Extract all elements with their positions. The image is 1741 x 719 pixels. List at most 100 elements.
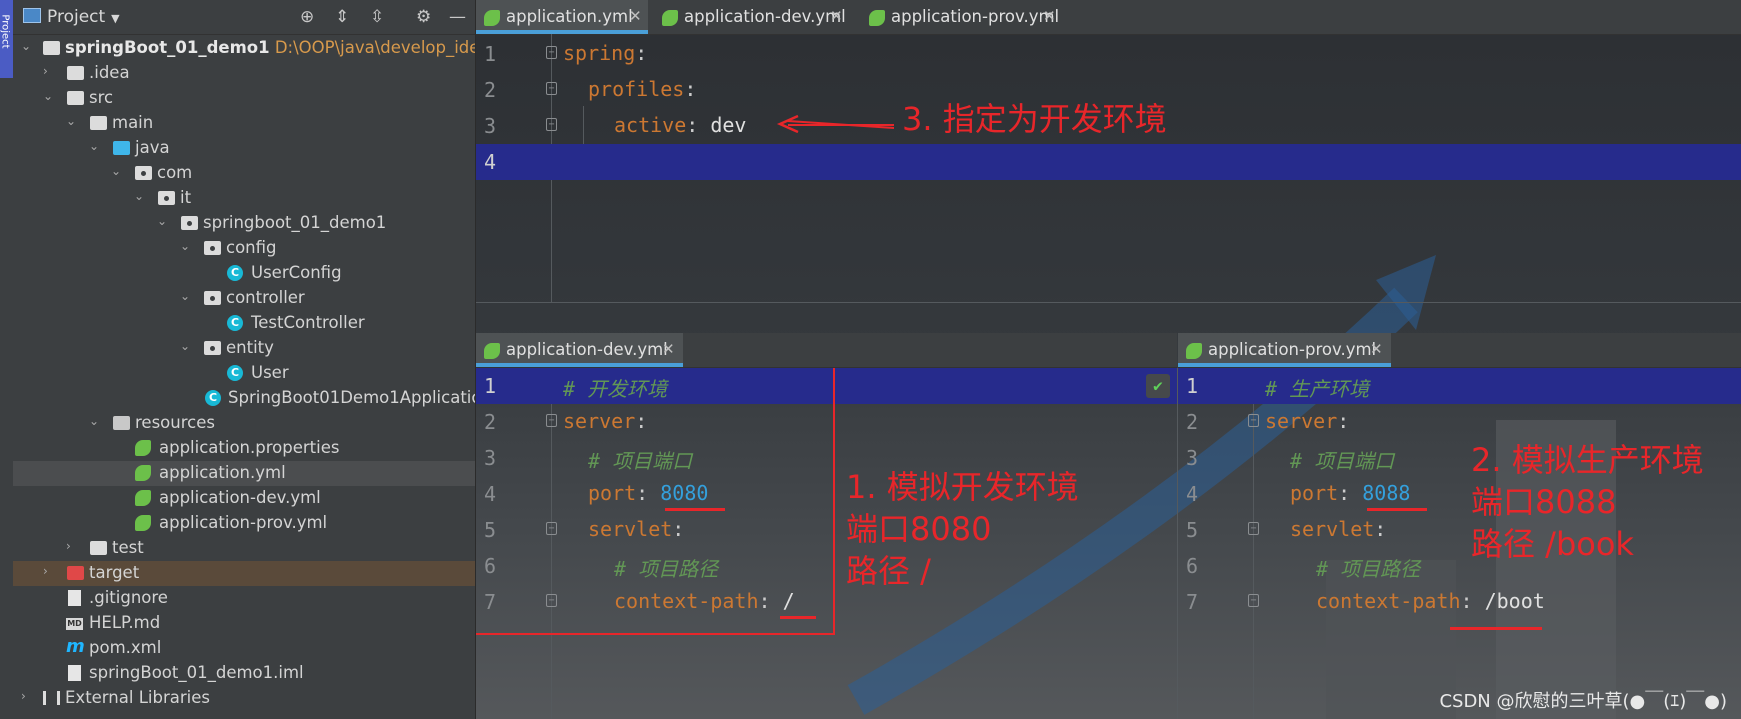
tree-item-main[interactable]: ⌄ main xyxy=(13,111,475,136)
close-icon[interactable]: ✕ xyxy=(1370,340,1383,358)
chevron-down-icon[interactable]: ⌄ xyxy=(111,164,121,178)
fold-icon[interactable]: − xyxy=(546,118,557,131)
tree-item-application-dev-yml[interactable]: application-dev.yml xyxy=(13,486,475,511)
project-tool-tab[interactable]: Project xyxy=(0,0,13,78)
chevron-down-icon[interactable]: ⌄ xyxy=(43,89,53,103)
tree-item-gitignore[interactable]: .gitignore xyxy=(13,586,475,611)
tree-item-user[interactable]: C User xyxy=(13,361,475,386)
chevron-down-icon[interactable]: ⌄ xyxy=(21,39,31,53)
gear-icon[interactable]: ⚙ xyxy=(416,7,431,27)
chevron-down-icon[interactable]: ⌄ xyxy=(134,189,144,203)
tab-application-yml[interactable]: application.yml ✕ xyxy=(476,0,648,34)
chevron-down-icon[interactable]: ⌄ xyxy=(180,339,190,353)
folder-icon xyxy=(90,116,107,130)
chevron-down-icon[interactable]: ⌄ xyxy=(180,289,190,303)
annotation-dev: 1. 模拟开发环境 端口8080 路径 / xyxy=(846,466,1079,592)
line-number: 3 xyxy=(1186,446,1199,470)
fold-icon[interactable]: − xyxy=(1248,414,1259,427)
tree-item-resources[interactable]: ⌄ resources xyxy=(13,411,475,436)
yaml-separator: : xyxy=(686,113,711,137)
code-line-current: 4 xyxy=(476,144,1741,180)
tree-item-pom-xml[interactable]: m pom.xml xyxy=(13,636,475,661)
yaml-value: 8088 xyxy=(1362,481,1411,505)
tab-label: application-dev.yml xyxy=(506,340,668,359)
tab-application-dev-yml-split[interactable]: application-dev.yml ✕ xyxy=(476,333,683,367)
chevron-right-icon[interactable]: › xyxy=(66,539,71,553)
expand-all-icon[interactable]: ⇕ xyxy=(335,7,349,27)
tree-item-application-properties[interactable]: application.properties xyxy=(13,436,475,461)
folder-icon xyxy=(90,541,107,555)
project-icon xyxy=(23,8,41,23)
tree-item-label: controller xyxy=(226,288,305,307)
editor-application-dev-yml[interactable]: 1 # 开发环境 ✔ 2 − server: 3 # 项目端口 4 port: … xyxy=(476,368,1178,719)
module-folder-icon xyxy=(43,41,60,55)
fold-icon[interactable]: − xyxy=(1248,522,1259,535)
tree-item-test[interactable]: › test xyxy=(13,536,475,561)
tree-item-testcontroller[interactable]: C TestController xyxy=(13,311,475,336)
spring-config-icon xyxy=(662,10,678,26)
chevron-down-icon[interactable]: ⌄ xyxy=(180,239,190,253)
annotation-arrow xyxy=(776,114,895,134)
project-panel: Project ▼ ⊕ ⇕ ⇳ ⚙ — ⌄ springBoot_01_demo1… xyxy=(13,0,475,719)
tree-item-help-md[interactable]: MD HELP.md xyxy=(13,611,475,636)
chevron-right-icon[interactable]: › xyxy=(21,689,26,703)
project-view-selector[interactable]: Project ▼ xyxy=(23,7,120,27)
tree-item-label: src xyxy=(89,88,114,107)
tree-item-external-libraries[interactable]: › External Libraries xyxy=(13,686,475,711)
tree-item-application-prov-yml[interactable]: application-prov.yml xyxy=(13,511,475,536)
check-icon[interactable]: ✔ xyxy=(1146,374,1170,398)
tab-application-prov-yml[interactable]: application-prov.yml ✕ xyxy=(861,0,1059,34)
chevron-right-icon[interactable]: › xyxy=(43,64,48,78)
close-icon[interactable]: ✕ xyxy=(629,7,642,25)
tree-item-root[interactable]: ⌄ springBoot_01_demo1 D:\OOP\java\develo… xyxy=(13,36,475,61)
annotation-line: 端口8080 xyxy=(846,510,992,548)
fold-icon[interactable]: − xyxy=(1248,594,1259,607)
tree-item-application-yml[interactable]: application.yml xyxy=(13,461,475,486)
spring-config-icon xyxy=(484,10,500,26)
yaml-comment: # 项目路径 xyxy=(1316,557,1421,581)
editor-application-prov-yml[interactable]: 1 # 生产环境 2 − server: 3 # 项目端口 4 port: 80… xyxy=(1178,368,1741,719)
tree-item-controller[interactable]: ⌄ controller xyxy=(13,286,475,311)
tree-item-target[interactable]: › target xyxy=(13,561,475,586)
collapse-all-icon[interactable]: ⇳ xyxy=(370,7,384,27)
tree-item-springboot-package[interactable]: ⌄ springboot_01_demo1 xyxy=(13,211,475,236)
tree-item-src[interactable]: ⌄ src xyxy=(13,86,475,111)
class-icon: C xyxy=(227,315,243,331)
locate-icon[interactable]: ⊕ xyxy=(300,7,314,27)
spring-config-icon xyxy=(135,465,151,481)
chevron-down-icon[interactable]: ⌄ xyxy=(89,139,99,153)
package-icon xyxy=(158,191,175,205)
tree-item-config[interactable]: ⌄ config xyxy=(13,236,475,261)
chevron-down-icon[interactable]: ⌄ xyxy=(89,414,99,428)
tab-application-prov-yml-split[interactable]: application-prov.yml ✕ xyxy=(1178,333,1391,367)
tree-item-it[interactable]: ⌄ it xyxy=(13,186,475,211)
yaml-key: profiles xyxy=(588,77,685,101)
tree-item-userconfig[interactable]: C UserConfig xyxy=(13,261,475,286)
top-tab-bar: application.yml ✕ application-dev.yml ✕ … xyxy=(476,0,1741,35)
close-icon[interactable]: ✕ xyxy=(830,7,843,25)
tree-item-com[interactable]: ⌄ com xyxy=(13,161,475,186)
tree-item-label: java xyxy=(135,138,170,157)
package-icon xyxy=(204,291,221,305)
chevron-right-icon[interactable]: › xyxy=(43,564,48,578)
tree-item-iml[interactable]: springBoot_01_demo1.iml xyxy=(13,661,475,686)
close-icon[interactable]: ✕ xyxy=(1043,7,1056,25)
fold-icon[interactable]: − xyxy=(546,82,557,95)
tree-item-java[interactable]: ⌄ java xyxy=(13,136,475,161)
editor-application-yml[interactable]: 1 − spring: 2 − profiles: 3 − active: de… xyxy=(476,34,1741,303)
tree-item-label: it xyxy=(180,188,192,207)
project-panel-header: Project ▼ ⊕ ⇕ ⇳ ⚙ — xyxy=(13,0,475,35)
tree-item-entity[interactable]: ⌄ entity xyxy=(13,336,475,361)
package-icon xyxy=(204,341,221,355)
tree-item-label: External Libraries xyxy=(65,688,210,707)
tree-item-application-class[interactable]: C SpringBoot01Demo1Application xyxy=(13,386,475,411)
tab-application-dev-yml[interactable]: application-dev.yml ✕ xyxy=(654,0,852,34)
chevron-down-icon[interactable]: ⌄ xyxy=(66,114,76,128)
fold-icon[interactable]: − xyxy=(546,46,557,59)
minimize-icon[interactable]: — xyxy=(449,7,466,27)
editor-area: application.yml ✕ application-dev.yml ✕ … xyxy=(476,0,1741,719)
tree-item-idea[interactable]: › .idea xyxy=(13,61,475,86)
close-icon[interactable]: ✕ xyxy=(662,340,675,358)
chevron-down-icon[interactable]: ⌄ xyxy=(157,214,167,228)
annotation-line: 端口8088 xyxy=(1471,483,1617,521)
